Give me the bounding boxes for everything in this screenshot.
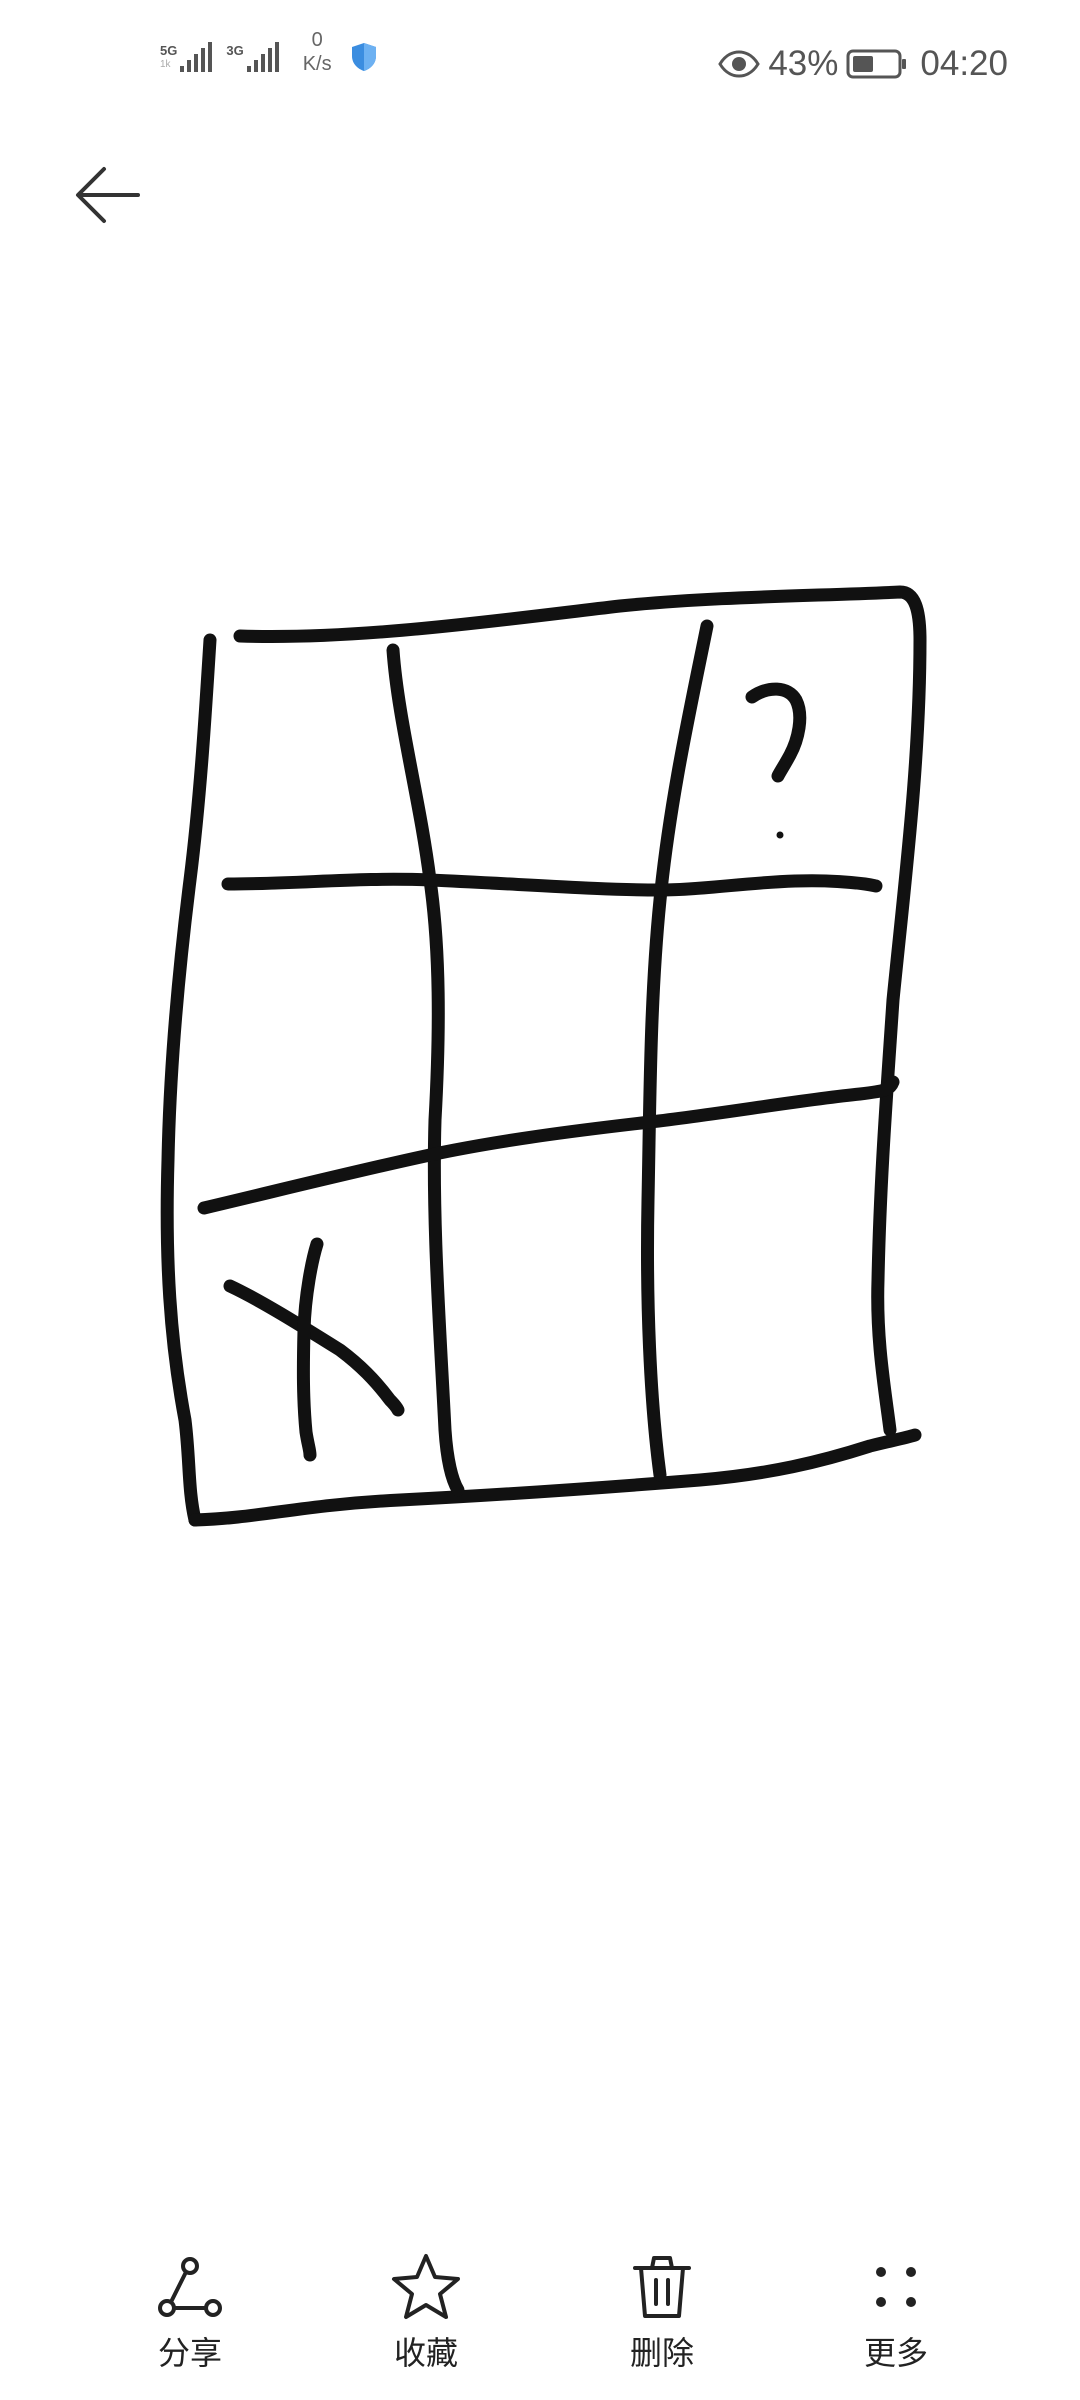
more-label: 更多 bbox=[863, 2334, 928, 2372]
grid-top-border bbox=[233, 585, 927, 1437]
x-mark-stroke-2 bbox=[296, 1237, 324, 1462]
more-dots-icon bbox=[876, 2267, 916, 2307]
favorite-label: 收藏 bbox=[393, 2334, 458, 2372]
question-mark-dot bbox=[776, 831, 784, 839]
delete-label: 删除 bbox=[629, 2334, 694, 2372]
grid-horizontal-line-1 bbox=[221, 872, 883, 897]
delete-button[interactable]: 删除 bbox=[582, 2250, 742, 2374]
trash-icon bbox=[633, 2256, 691, 2318]
share-button[interactable]: 分享 bbox=[110, 2250, 270, 2374]
share-icon bbox=[158, 2257, 222, 2317]
more-button[interactable]: 更多 bbox=[816, 2250, 976, 2374]
x-mark-stroke-1 bbox=[223, 1279, 405, 1417]
star-icon bbox=[392, 2254, 460, 2319]
bottom-toolbar: 分享 收藏 删除 更多 bbox=[0, 2250, 1080, 2400]
favorite-button[interactable]: 收藏 bbox=[346, 2250, 506, 2374]
grid-vertical-line-1 bbox=[386, 643, 465, 1497]
share-label: 分享 bbox=[157, 2334, 222, 2372]
grid-horizontal-line-2 bbox=[197, 1075, 900, 1215]
question-mark-curve bbox=[745, 682, 807, 783]
sketch-image bbox=[160, 585, 927, 1527]
grid-left-border bbox=[160, 633, 217, 1527]
grid-vertical-line-2 bbox=[641, 619, 714, 1482]
